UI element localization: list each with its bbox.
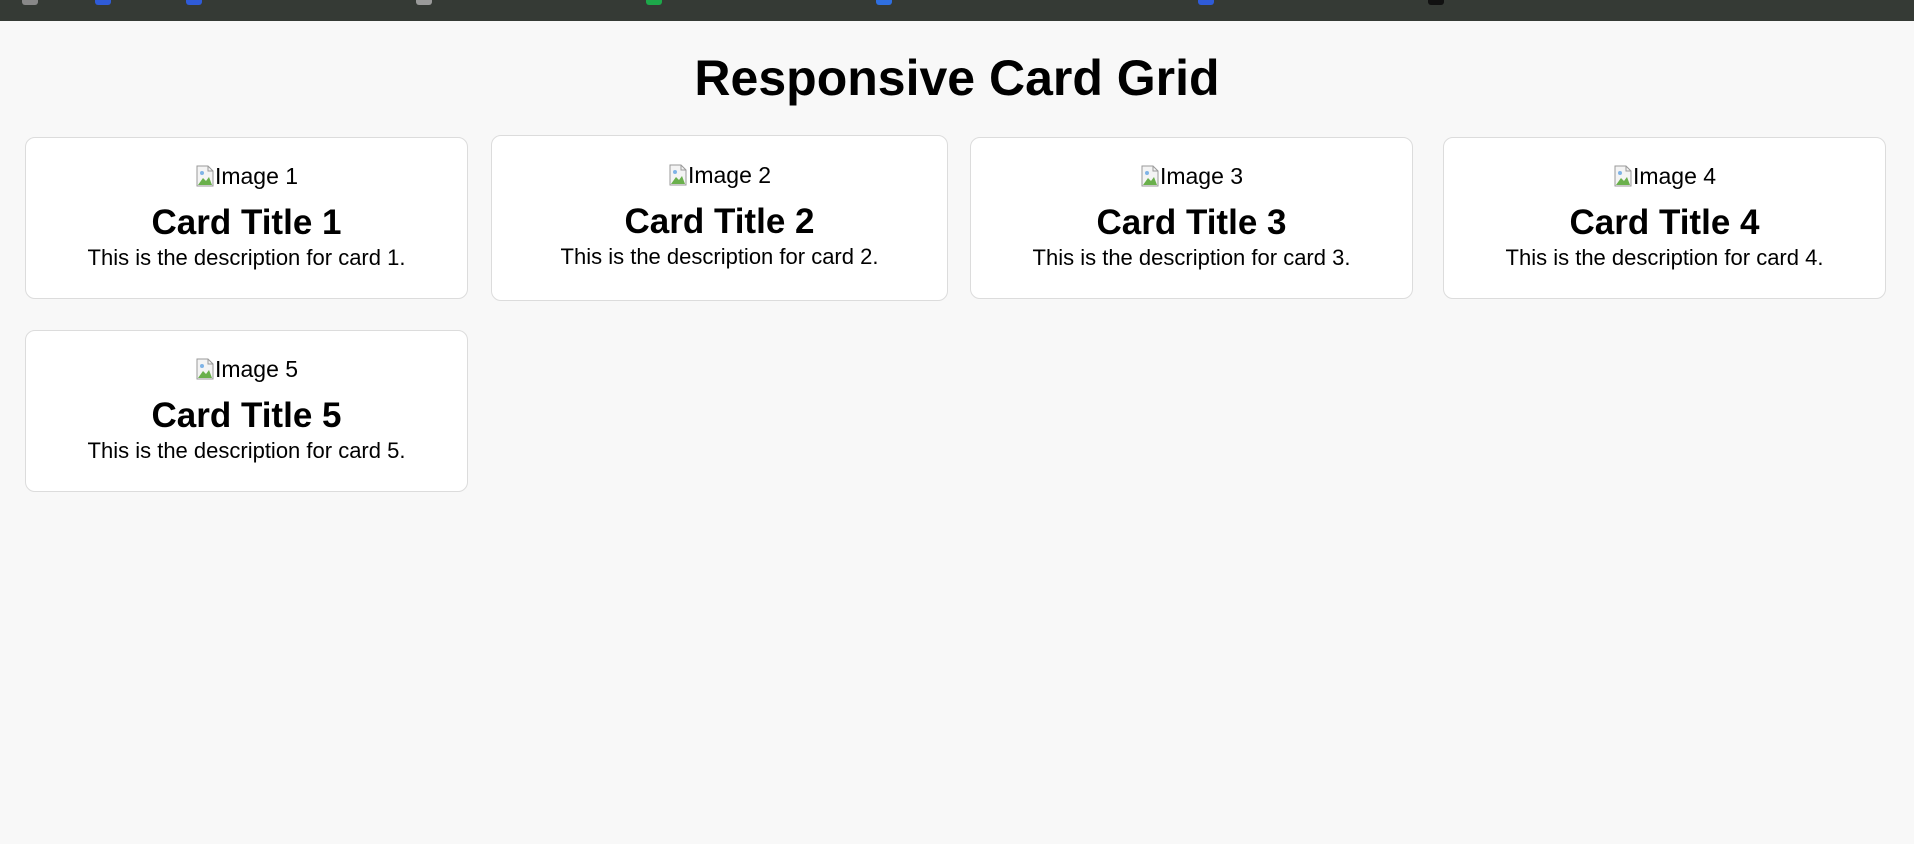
card-image-alt-text: Image 2 <box>687 162 772 188</box>
bookmark-icon[interactable] <box>1198 0 1214 5</box>
card-title: Card Title 4 <box>1569 203 1760 242</box>
card-image: Image 1 <box>195 161 298 191</box>
card-description: This is the description for card 1. <box>87 245 406 270</box>
card-image: Image 2 <box>668 160 771 190</box>
broken-image-icon <box>1141 165 1159 187</box>
card-description: This is the description for card 2. <box>560 244 879 269</box>
card-image: Image 4 <box>1613 161 1716 191</box>
bookmark-icon[interactable] <box>22 0 38 5</box>
card-image-alt-text: Image 3 <box>1159 163 1244 189</box>
bookmark-icon[interactable] <box>1428 0 1444 5</box>
page-title: Responsive Card Grid <box>694 50 1220 106</box>
card: Image 2 Card Title 2 This is the descrip… <box>491 135 948 301</box>
card: Image 5 Card Title 5 This is the descrip… <box>25 330 468 492</box>
card-title: Card Title 2 <box>624 202 815 241</box>
bookmark-icon[interactable] <box>876 0 892 5</box>
broken-image-icon <box>196 165 214 187</box>
bookmark-icon[interactable] <box>95 0 111 5</box>
card-title: Card Title 1 <box>151 203 342 242</box>
card-image-alt-text: Image 4 <box>1632 163 1717 189</box>
card: Image 3 Card Title 3 This is the descrip… <box>970 137 1413 299</box>
bookmark-icon[interactable] <box>646 0 662 5</box>
broken-image-icon <box>669 164 687 186</box>
broken-image-icon <box>196 358 214 380</box>
bookmark-icon[interactable] <box>416 0 432 5</box>
card-image-alt-text: Image 1 <box>214 163 299 189</box>
card-title: Card Title 3 <box>1096 203 1287 242</box>
card-image: Image 5 <box>195 354 298 384</box>
card-image-alt-text: Image 5 <box>214 356 299 382</box>
card-description: This is the description for card 3. <box>1032 245 1351 270</box>
card-description: This is the description for card 4. <box>1505 245 1824 270</box>
browser-bookmarks-bar <box>0 0 1914 21</box>
bookmark-icon[interactable] <box>186 0 202 5</box>
card: Image 4 Card Title 4 This is the descrip… <box>1443 137 1886 299</box>
broken-image-icon <box>1614 165 1632 187</box>
card-image: Image 3 <box>1140 161 1243 191</box>
card: Image 1 Card Title 1 This is the descrip… <box>25 137 468 299</box>
card-title: Card Title 5 <box>151 396 342 435</box>
card-description: This is the description for card 5. <box>87 438 406 463</box>
